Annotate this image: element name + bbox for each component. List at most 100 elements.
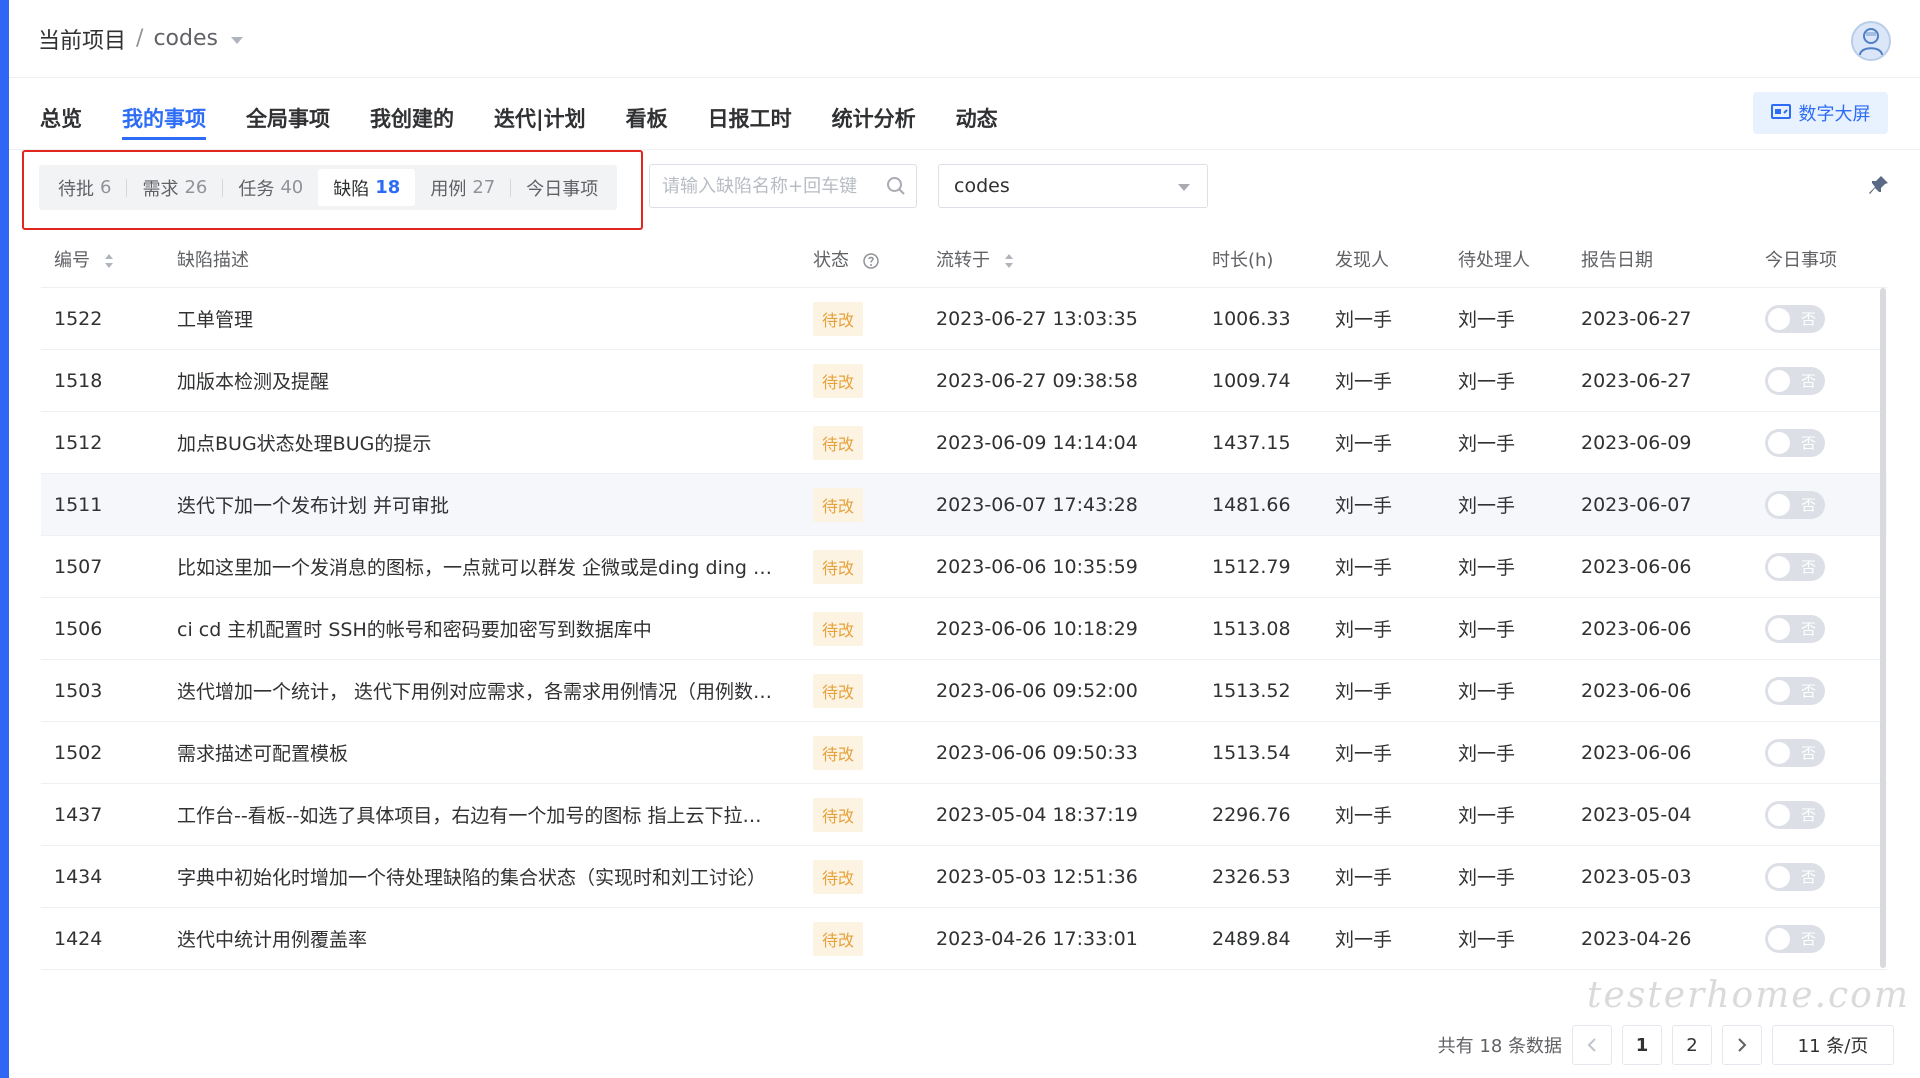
column-header-today: 今日事项 — [1765, 249, 1837, 271]
today-toggle[interactable]: 否 — [1765, 862, 1825, 891]
today-toggle[interactable]: 否 — [1765, 614, 1825, 643]
status-badge[interactable]: 待改 — [813, 611, 864, 646]
cell-desc[interactable]: 字典中初始化时增加一个待处理缺陷的集合状态（实现时和刘工讨论） — [164, 863, 800, 890]
today-toggle[interactable]: 否 — [1765, 924, 1825, 953]
table-row[interactable]: 1506 ci cd 主机配置时 SSH的帐号和密码要加密写到数据库中 待改 2023… — [41, 598, 1887, 660]
breadcrumb[interactable]: 当前项目 / codes — [38, 23, 243, 55]
cell-desc[interactable]: ci cd 主机配置时 SSH的帐号和密码要加密写到数据库中 — [164, 615, 800, 642]
status-badge[interactable]: 待改 — [813, 363, 864, 398]
status-badge[interactable]: 待改 — [813, 425, 864, 460]
project-select[interactable]: codes — [938, 164, 1208, 208]
page-size-select[interactable]: 11 条/页 — [1772, 1025, 1894, 1065]
segment-test-cases[interactable]: 用例 27 — [415, 169, 510, 206]
cell-status: 待改 — [800, 363, 923, 398]
tab-overview[interactable]: 总览 — [40, 103, 82, 149]
table-row[interactable]: 1512 加点BUG状态处理BUG的提示 待改 2023-06-09 14:14:04… — [41, 412, 1887, 474]
tab-daily-hours[interactable]: 日报工时 — [708, 103, 792, 149]
cell-desc[interactable]: 加点BUG状态处理BUG的提示 — [164, 429, 800, 456]
today-toggle[interactable]: 否 — [1765, 366, 1825, 395]
segment-tasks[interactable]: 任务 40 — [223, 169, 318, 206]
table-row[interactable]: 1503 迭代增加一个统计， 迭代下用例对应需求，各需求用例情况（用例数， ...… — [41, 660, 1887, 722]
column-header-duration: 时长(h) — [1212, 249, 1274, 271]
today-toggle[interactable]: 否 — [1765, 738, 1825, 767]
sort-icon[interactable] — [104, 253, 114, 269]
segment-pending-approval[interactable]: 待批 6 — [43, 169, 126, 206]
page-2-button[interactable]: 2 — [1672, 1025, 1712, 1065]
cell-id: 1507 — [54, 555, 103, 578]
status-badge[interactable]: 待改 — [813, 487, 864, 522]
table-row[interactable]: 1507 比如这里加一个发消息的图标，一点就可以群发 企微或是ding ding … — [41, 536, 1887, 598]
segment-defects[interactable]: 缺陷 18 — [318, 169, 416, 206]
cell-finder: 刘一手 — [1335, 805, 1393, 827]
table-row[interactable]: 1502 需求描述可配置模板 待改 2023-06-06 09:50:33 1513.5… — [41, 722, 1887, 784]
big-screen-button[interactable]: 数字大屏 — [1753, 92, 1888, 134]
cell-desc[interactable]: 工单管理 — [164, 305, 800, 332]
cell-finder: 刘一手 — [1335, 681, 1393, 703]
segment-today-items[interactable]: 今日事项 — [511, 169, 613, 206]
status-badge[interactable]: 待改 — [813, 549, 864, 584]
sort-icon[interactable] — [1004, 253, 1014, 269]
left-accent-strip — [0, 0, 9, 1078]
tab-created-by-me[interactable]: 我创建的 — [370, 103, 454, 149]
prev-page-button[interactable] — [1572, 1025, 1612, 1065]
cell-desc[interactable]: 需求描述可配置模板 — [164, 739, 800, 766]
tab-activity[interactable]: 动态 — [956, 103, 998, 149]
tab-global-items[interactable]: 全局事项 — [246, 103, 330, 149]
status-badge[interactable]: 待改 — [813, 301, 864, 336]
cell-id: 1502 — [54, 741, 103, 764]
status-badge[interactable]: 待改 — [813, 859, 864, 894]
cell-desc[interactable]: 迭代中统计用例覆盖率 — [164, 925, 800, 952]
next-page-button[interactable] — [1722, 1025, 1762, 1065]
table-row[interactable]: 1511 迭代下加一个发布计划 并可审批 待改 2023-06-07 17:43:28… — [41, 474, 1887, 536]
cell-duration: 1481.66 — [1212, 493, 1291, 516]
cell-desc[interactable]: 迭代增加一个统计， 迭代下用例对应需求，各需求用例情况（用例数， ... — [164, 677, 800, 704]
today-toggle[interactable]: 否 — [1765, 552, 1825, 581]
today-toggle[interactable]: 否 — [1765, 676, 1825, 705]
table-scrollbar[interactable] — [1880, 288, 1886, 968]
tab-my-items[interactable]: 我的事项 — [122, 103, 206, 149]
search-icon[interactable] — [886, 176, 906, 196]
big-screen-label: 数字大屏 — [1798, 104, 1871, 125]
today-toggle[interactable]: 否 — [1765, 428, 1825, 457]
segment-requirements[interactable]: 需求 26 — [127, 169, 222, 206]
cell-report-date: 2023-05-03 — [1581, 865, 1692, 888]
tab-kanban[interactable]: 看板 — [626, 103, 668, 149]
table-row[interactable]: 1424 迭代中统计用例覆盖率 待改 2023-04-26 17:33:01 2489.… — [41, 908, 1887, 970]
tab-statistics[interactable]: 统计分析 — [832, 103, 916, 149]
breadcrumb-project[interactable]: codes — [153, 26, 218, 51]
breadcrumb-separator: / — [136, 26, 144, 51]
defect-search-input[interactable] — [649, 164, 917, 208]
topbar: 当前项目 / codes — [9, 0, 1920, 78]
cell-report-date: 2023-06-06 — [1581, 679, 1692, 702]
cell-desc[interactable]: 加版本检测及提醒 — [164, 367, 800, 394]
cell-desc[interactable]: 比如这里加一个发消息的图标，一点就可以群发 企微或是ding ding 中 ..… — [164, 553, 800, 580]
question-circle-icon[interactable] — [862, 252, 879, 269]
column-header-id[interactable]: 编号 — [41, 246, 164, 272]
today-toggle[interactable]: 否 — [1765, 800, 1825, 829]
avatar[interactable] — [1851, 21, 1891, 61]
today-toggle[interactable]: 否 — [1765, 304, 1825, 333]
toggle-knob — [1768, 617, 1790, 640]
tab-iteration-plan[interactable]: 迭代|计划 — [494, 103, 586, 149]
page-1-button[interactable]: 1 — [1622, 1025, 1662, 1065]
cell-status: 待改 — [800, 859, 923, 894]
cell-duration: 1513.08 — [1212, 617, 1291, 640]
column-header-flow[interactable]: 流转于 — [923, 246, 1199, 272]
pin-icon[interactable] — [1868, 174, 1890, 196]
today-toggle[interactable]: 否 — [1765, 490, 1825, 519]
status-badge[interactable]: 待改 — [813, 797, 864, 832]
status-badge[interactable]: 待改 — [813, 921, 864, 956]
status-badge[interactable]: 待改 — [813, 735, 864, 770]
cell-desc[interactable]: 工作台--看板--如选了具体项目，右边有一个加号的图标 指上云下拉浮... — [164, 801, 800, 828]
cell-duration: 1006.33 — [1212, 307, 1291, 330]
table-row[interactable]: 1522 工单管理 待改 2023-06-27 13:03:35 1006.33 刘一手 刘… — [41, 288, 1887, 350]
cell-today: 否 — [1752, 738, 1872, 767]
table-row[interactable]: 1437 工作台--看板--如选了具体项目，右边有一个加号的图标 指上云下拉浮..… — [41, 784, 1887, 846]
status-badge[interactable]: 待改 — [813, 673, 864, 708]
chevron-down-icon[interactable] — [230, 36, 243, 44]
cell-id: 1512 — [54, 431, 103, 454]
table-row[interactable]: 1434 字典中初始化时增加一个待处理缺陷的集合状态（实现时和刘工讨论） 待改 202… — [41, 846, 1887, 908]
cell-desc[interactable]: 迭代下加一个发布计划 并可审批 — [164, 491, 800, 518]
table-row[interactable]: 1518 加版本检测及提醒 待改 2023-06-27 09:38:58 1009.74… — [41, 350, 1887, 412]
cell-today: 否 — [1752, 862, 1872, 891]
